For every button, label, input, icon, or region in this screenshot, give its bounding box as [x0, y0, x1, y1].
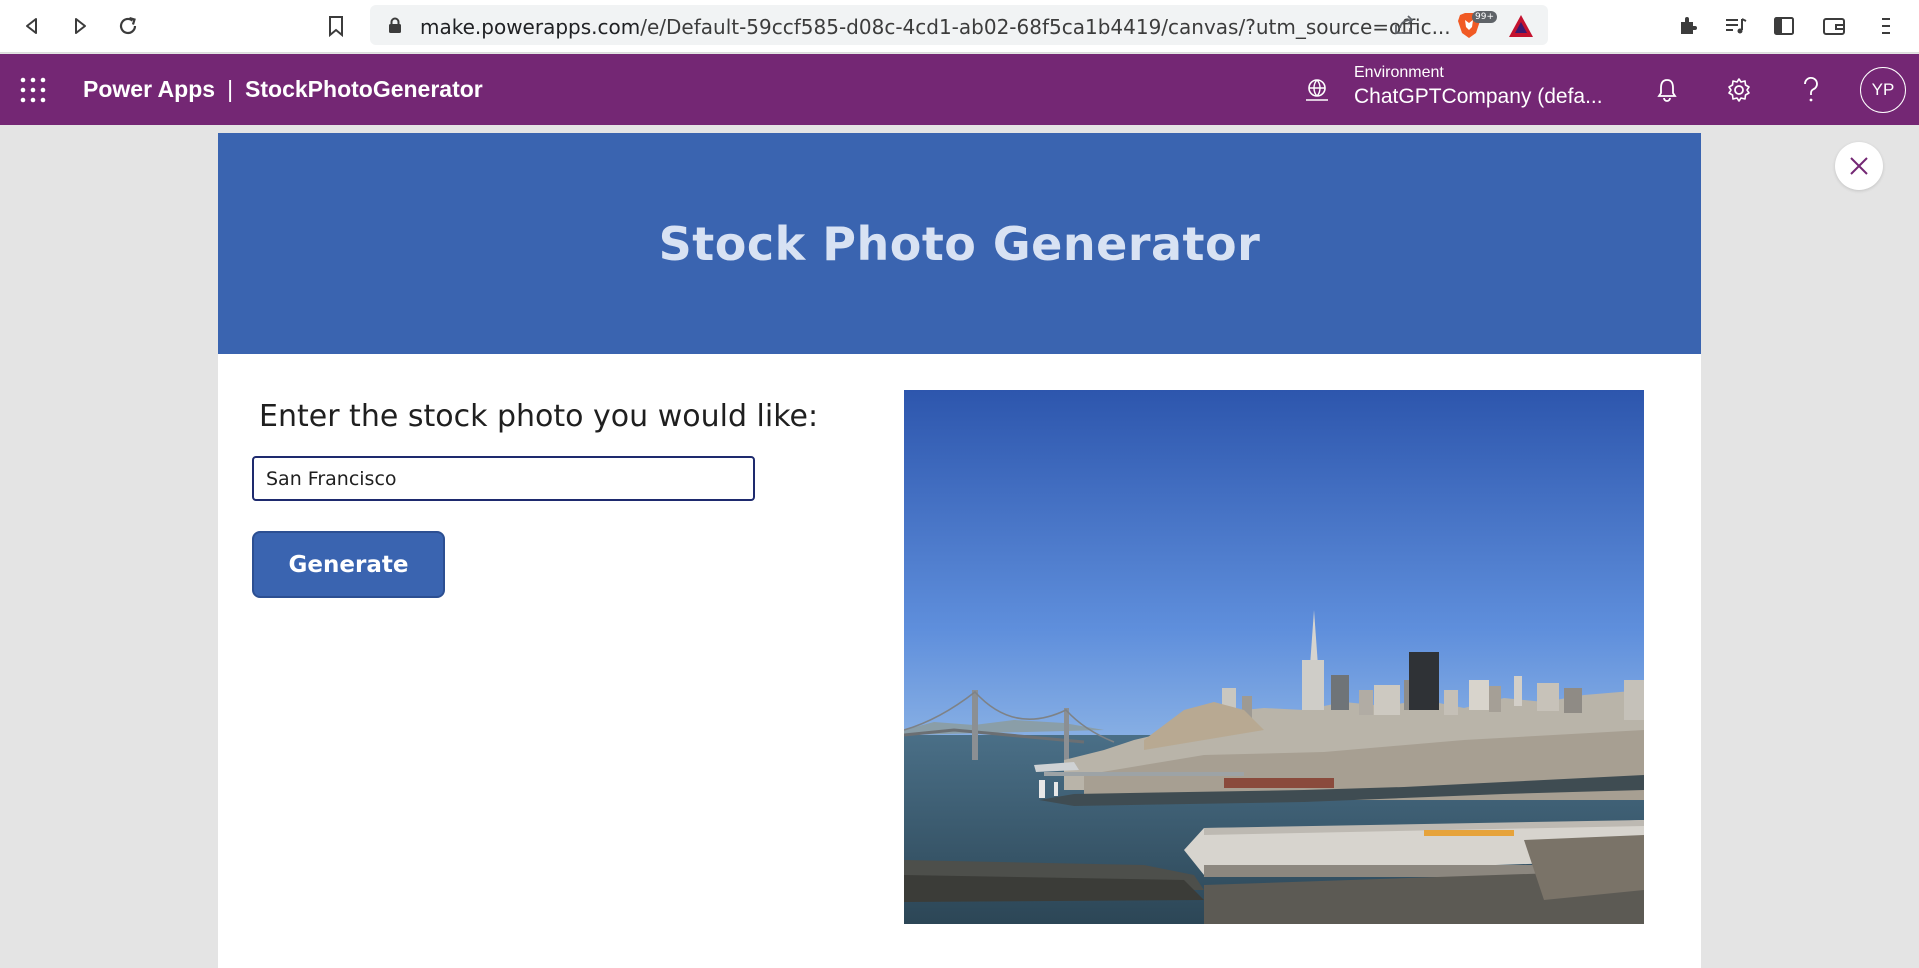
title-banner: Stock Photo Generator	[218, 133, 1701, 354]
help-icon[interactable]	[1795, 74, 1827, 106]
playlist-icon[interactable]	[1720, 10, 1752, 42]
back-icon[interactable]	[16, 10, 48, 42]
extension-badge: 99+	[1472, 11, 1497, 23]
close-button[interactable]	[1835, 142, 1883, 190]
bell-icon[interactable]	[1651, 74, 1683, 106]
sidebar-icon[interactable]	[1768, 10, 1800, 42]
app-canvas: Stock Photo Generator Enter the stock ph…	[218, 133, 1701, 968]
app-title: Power Apps | StockPhotoGenerator	[83, 76, 483, 103]
bookmark-icon[interactable]	[320, 10, 352, 42]
banner-title: Stock Photo Generator	[658, 216, 1261, 271]
close-icon	[1850, 157, 1868, 175]
stock-photo-input[interactable]	[252, 456, 755, 501]
title-separator: |	[227, 76, 234, 102]
generate-button[interactable]: Generate	[252, 531, 445, 598]
menu-icon[interactable]	[1870, 10, 1902, 42]
browser-toolbar: make.powerapps.com/e/Default-59ccf585-d0…	[0, 0, 1919, 53]
prompt-label: Enter the stock photo you would like:	[259, 399, 819, 434]
address-bar[interactable]: make.powerapps.com/e/Default-59ccf585-d0…	[370, 5, 1548, 45]
waffle-icon[interactable]	[18, 75, 48, 105]
share-icon[interactable]	[1392, 13, 1416, 42]
avatar[interactable]: YP	[1860, 67, 1906, 113]
extensions-icon[interactable]	[1672, 10, 1704, 42]
wallet-icon[interactable]	[1818, 10, 1850, 42]
generated-photo	[904, 390, 1644, 924]
reload-icon[interactable]	[112, 10, 144, 42]
product-name[interactable]: Power Apps	[83, 76, 215, 102]
url-text: make.powerapps.com/e/Default-59ccf585-d0…	[420, 15, 1451, 39]
app-name: StockPhotoGenerator	[245, 76, 483, 102]
triangle-extension-icon[interactable]	[1507, 13, 1535, 44]
forward-icon[interactable]	[64, 10, 96, 42]
environment-picker[interactable]: ChatGPTCompany (defa...	[1354, 85, 1603, 109]
app-header: Power Apps | StockPhotoGenerator Environme…	[0, 54, 1919, 125]
gear-icon[interactable]	[1723, 74, 1755, 106]
lock-icon[interactable]	[388, 17, 402, 38]
environment-icon[interactable]	[1303, 77, 1331, 108]
environment-label: Environment	[1354, 64, 1444, 81]
